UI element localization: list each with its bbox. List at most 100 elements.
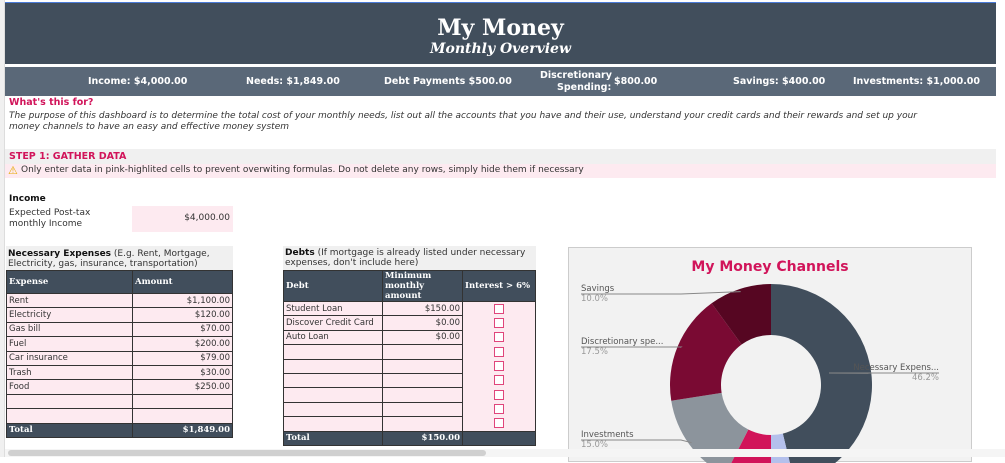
slice-percent: 17.5% [581, 347, 608, 357]
summary-discretionary-label-2: Spending: [557, 82, 611, 93]
debt-amount-cell[interactable] [383, 417, 463, 431]
summary-discretionary-value: $800.00 [614, 76, 657, 87]
debt-row: Student Loan$150.00 [284, 302, 536, 316]
debt-amount-cell[interactable] [383, 359, 463, 373]
debt-name-cell[interactable]: Auto Loan [284, 330, 383, 344]
expense-row: Trash$30.00 [7, 365, 233, 379]
slice-label: Discretionary spe... [581, 337, 663, 347]
expense-row: Rent$1,100.00 [7, 294, 233, 308]
debt-row: Discover Credit Card$0.00 [284, 316, 536, 330]
interest-checkbox[interactable] [494, 304, 504, 314]
debt-name-cell[interactable] [284, 388, 383, 402]
slice-percent: 46.2% [912, 373, 939, 383]
expenses-title: Necessary Expenses [8, 249, 111, 259]
expense-row [7, 394, 233, 408]
interest-cell [463, 417, 536, 431]
expense-amount-cell[interactable]: $70.00 [133, 322, 233, 336]
interest-checkbox[interactable] [494, 404, 504, 414]
expense-name-cell[interactable]: Rent [7, 294, 133, 308]
expenses-table: ExpenseAmount Rent$1,100.00Electricity$1… [6, 270, 233, 438]
expense-amount-cell[interactable]: $250.00 [133, 380, 233, 394]
debt-name-cell[interactable] [284, 345, 383, 359]
summary-debt: Debt Payments $500.00 [384, 76, 512, 87]
summary-investments: Investments: $1,000.00 [853, 76, 980, 87]
expense-amount-cell[interactable] [133, 394, 233, 408]
interest-cell [463, 302, 536, 316]
expense-name-cell[interactable] [7, 394, 133, 408]
income-input[interactable]: $4,000.00 [132, 206, 233, 232]
interest-cell [463, 373, 536, 387]
summary-savings: Savings: $400.00 [733, 76, 825, 87]
dashboard-banner: My Money Monthly Overview [5, 2, 996, 64]
debt-name-cell[interactable] [284, 402, 383, 416]
intro-text: The purpose of this dashboard is to dete… [9, 111, 929, 133]
debt-row [284, 373, 536, 387]
interest-checkbox[interactable] [494, 390, 504, 400]
expense-name-cell[interactable]: Trash [7, 365, 133, 379]
interest-cell [463, 388, 536, 402]
col-amount: Amount [133, 271, 233, 294]
donut-chart: Necessary Expens...46.2%Investments15.0%… [569, 248, 973, 463]
slice-label: Necessary Expens... [853, 363, 939, 373]
debt-row: Auto Loan$0.00 [284, 330, 536, 344]
debt-amount-cell[interactable]: $0.00 [383, 330, 463, 344]
debt-name-cell[interactable]: Discover Credit Card [284, 316, 383, 330]
debt-name-cell[interactable] [284, 359, 383, 373]
debts-hint: (If mortgage is already listed under nec… [285, 248, 525, 268]
expense-name-cell[interactable]: Gas bill [7, 322, 133, 336]
expense-amount-cell[interactable]: $30.00 [133, 365, 233, 379]
expense-amount-cell[interactable] [133, 409, 233, 423]
debt-row [284, 417, 536, 431]
col-min: Minimum monthly amount [383, 271, 463, 302]
expense-row: Gas bill$70.00 [7, 322, 233, 336]
expense-amount-cell[interactable]: $120.00 [133, 308, 233, 322]
debt-amount-cell[interactable] [383, 402, 463, 416]
interest-checkbox[interactable] [494, 375, 504, 385]
expense-amount-cell[interactable]: $79.00 [133, 351, 233, 365]
expense-name-cell[interactable] [7, 409, 133, 423]
debt-amount-cell[interactable] [383, 388, 463, 402]
debt-row [284, 359, 536, 373]
summary-bar: Income: $4,000.00 Needs: $1,849.00 Debt … [5, 67, 996, 96]
expense-name-cell[interactable]: Fuel [7, 337, 133, 351]
step1-heading: STEP 1: GATHER DATA [9, 151, 126, 162]
expense-amount-cell[interactable]: $200.00 [133, 337, 233, 351]
slice-label: Savings [581, 284, 615, 294]
debt-row [284, 402, 536, 416]
interest-checkbox[interactable] [494, 347, 504, 357]
horizontal-scrollbar-thumb[interactable] [8, 450, 486, 456]
debt-total-row: Total$150.00 [284, 431, 536, 445]
debt-amount-cell[interactable]: $0.00 [383, 316, 463, 330]
debt-amount-cell[interactable] [383, 345, 463, 359]
expense-name-cell[interactable]: Food [7, 380, 133, 394]
debt-name-cell[interactable]: Student Loan [284, 302, 383, 316]
debt-amount-cell[interactable] [383, 373, 463, 387]
interest-cell [463, 330, 536, 344]
expense-name-cell[interactable]: Car insurance [7, 351, 133, 365]
expense-row: Electricity$120.00 [7, 308, 233, 322]
interest-cell [463, 359, 536, 373]
summary-discretionary-label-1: Discretionary [540, 70, 612, 81]
total-label: Total [284, 431, 383, 445]
expense-total: $1,849.00 [133, 423, 233, 437]
income-heading: Income [9, 194, 46, 204]
interest-checkbox[interactable] [494, 418, 504, 428]
debt-name-cell[interactable] [284, 373, 383, 387]
summary-income: Income: $4,000.00 [88, 76, 187, 87]
expense-amount-cell[interactable]: $1,100.00 [133, 294, 233, 308]
expense-row: Fuel$200.00 [7, 337, 233, 351]
intro-heading: What's this for? [9, 97, 93, 108]
interest-checkbox[interactable] [494, 332, 504, 342]
warning-icon: ⚠ [8, 164, 18, 177]
money-channels-chart[interactable]: My Money Channels Necessary Expens...46.… [568, 247, 972, 462]
debt-name-cell[interactable] [284, 417, 383, 431]
dashboard-subtitle: Monthly Overview [5, 41, 996, 57]
debt-amount-cell[interactable]: $150.00 [383, 302, 463, 316]
interest-checkbox[interactable] [494, 361, 504, 371]
debts-title: Debts [285, 248, 315, 258]
expense-name-cell[interactable]: Electricity [7, 308, 133, 322]
debt-total: $150.00 [383, 431, 463, 445]
debts-table: DebtMinimum monthly amountInterest > 6% … [283, 270, 536, 446]
interest-cell [463, 316, 536, 330]
interest-checkbox[interactable] [494, 318, 504, 328]
